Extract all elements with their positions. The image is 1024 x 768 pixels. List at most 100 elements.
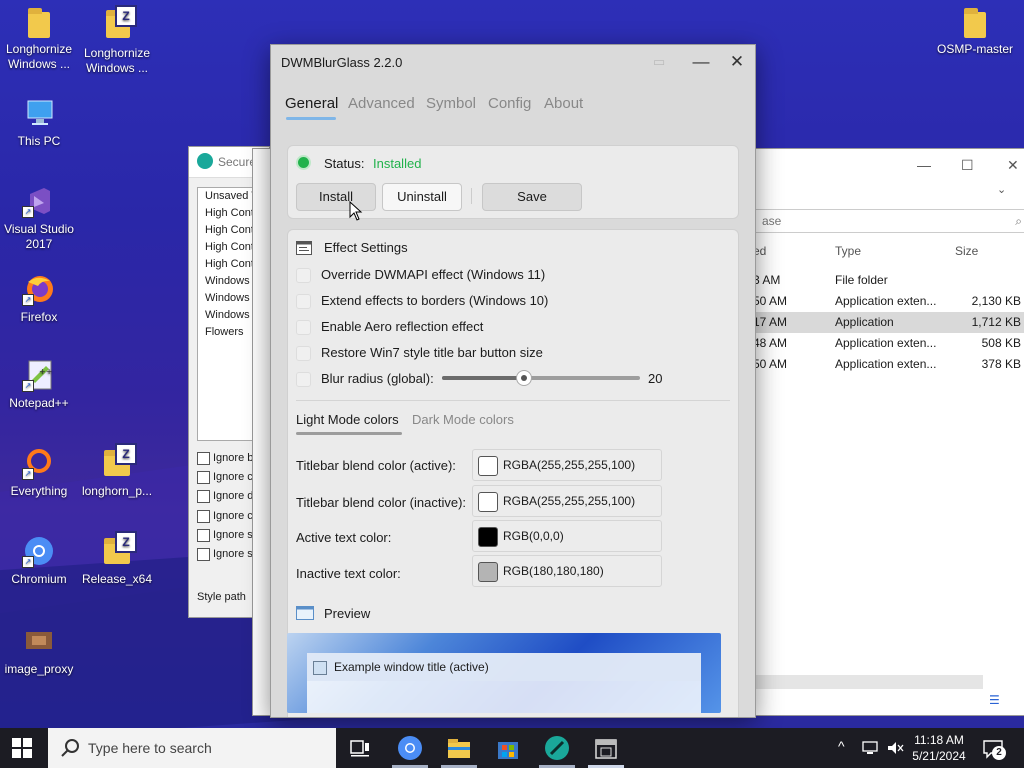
dwmblurglass-taskbar-icon[interactable]	[592, 734, 620, 762]
color-swatch	[478, 492, 498, 512]
tab-general[interactable]: General	[285, 95, 338, 112]
slider-handle[interactable]	[516, 370, 533, 386]
system-clock[interactable]: 11:18 AM 5/21/2024	[912, 732, 966, 764]
option-label: Enable Aero reflection effect	[321, 319, 484, 334]
volume-muted-icon[interactable]	[886, 740, 904, 756]
tab-light-mode-colors[interactable]: Light Mode colors	[296, 412, 399, 427]
active-subtab-indicator	[296, 432, 402, 435]
desktop-icon-longhorn-zip[interactable]: Z longhorn_p...	[78, 443, 156, 499]
desktop-icon-this-pc[interactable]: This PC	[0, 96, 78, 149]
desktop-icon-label: Chromium	[11, 572, 67, 586]
restore-button[interactable]: ▭	[641, 49, 677, 75]
chromium-icon: ↗	[22, 534, 56, 568]
windows-start-icon[interactable]	[12, 738, 32, 758]
active-text-color-picker[interactable]: RGB(0,0,0)	[472, 520, 662, 552]
dwmblurglass-window[interactable]: DWMBlurGlass 2.2.0 ▭ — ✕ General Advance…	[270, 44, 756, 718]
override-dwmapi-checkbox[interactable]	[296, 268, 311, 283]
search-icon	[61, 739, 79, 757]
taskbar-search-box[interactable]: Type here to search	[48, 728, 336, 768]
firefox-icon: ↗	[22, 272, 56, 306]
close-button[interactable]: ✕	[1007, 157, 1019, 174]
search-input[interactable]: ase ⌕	[753, 209, 1024, 233]
preview-icon	[296, 606, 314, 620]
option-label: Override DWMAPI effect (Windows 11)	[321, 267, 546, 282]
color-swatch	[478, 527, 498, 547]
microsoft-store-icon[interactable]	[494, 734, 522, 762]
notification-count-badge: 2	[992, 746, 1006, 760]
column-type[interactable]: Type	[835, 244, 861, 258]
folder-icon	[28, 8, 50, 38]
maximize-button[interactable]: ☐	[961, 157, 974, 174]
uninstall-button[interactable]: Uninstall	[382, 183, 462, 211]
table-row[interactable]: 50 AM Application exten... 2,130 KB	[753, 291, 1024, 312]
app-icon	[197, 153, 213, 169]
extend-borders-checkbox[interactable]	[296, 294, 311, 309]
table-row[interactable]: 17 AM Application 1,712 KB	[753, 312, 1024, 333]
blur-radius-label: Blur radius (global):	[321, 371, 434, 386]
desktop-icon-release-zip[interactable]: Z Release_x64	[78, 531, 156, 587]
settings-window-icon	[296, 241, 312, 255]
preview-area: Example window title (active)	[287, 633, 721, 713]
window-icon	[313, 661, 327, 675]
search-icon: ⌕	[1015, 214, 1022, 228]
table-row[interactable]: 3 AM File folder	[753, 270, 1024, 291]
blur-radius-checkbox[interactable]	[296, 372, 311, 387]
task-view-icon[interactable]	[346, 734, 374, 762]
win7-button-size-checkbox[interactable]	[296, 346, 311, 361]
table-row[interactable]: 50 AM Application exten... 378 KB	[753, 354, 1024, 375]
horizontal-scrollbar[interactable]	[753, 675, 983, 689]
desktop-icon-longhornize-zip[interactable]: Z Longhornize Windows ...	[78, 5, 156, 76]
clock-date: 5/21/2024	[912, 749, 966, 763]
preview-window-title: Example window title (active)	[334, 660, 489, 674]
desktop-icon-notepad-plus-plus[interactable]: ++ ↗ Notepad++	[0, 358, 78, 411]
folder-icon	[964, 8, 986, 38]
zip-folder-icon: Z	[100, 531, 137, 568]
window-title: Secure	[218, 155, 257, 169]
chromium-taskbar-icon[interactable]	[396, 734, 424, 762]
desktop-icon-label: Longhornize Windows ...	[83, 46, 151, 75]
status-value: Installed	[373, 156, 422, 171]
titlebar-inactive-color-picker[interactable]: RGBA(255,255,255,100)	[472, 485, 662, 517]
minimize-button[interactable]: —	[917, 157, 931, 173]
section-title: Effect Settings	[324, 240, 408, 255]
blur-radius-slider[interactable]	[442, 370, 640, 386]
details-view-icon[interactable]: ☰	[989, 693, 1000, 707]
column-size[interactable]: Size	[955, 244, 978, 258]
desktop-icon-chromium[interactable]: ↗ Chromium	[0, 534, 78, 587]
desktop-icon-longhornize-folder[interactable]: Longhornize Windows ...	[0, 8, 78, 72]
desktop-icon-osmp-master[interactable]: OSMP-master	[936, 8, 1014, 57]
install-button[interactable]: Install	[296, 183, 376, 211]
desktop-icon-visual-studio[interactable]: ↗ Visual Studio 2017	[0, 184, 78, 252]
option-label: Restore Win7 style title bar button size	[321, 345, 543, 360]
desktop-icon-label: Everything	[10, 484, 68, 498]
tab-about[interactable]: About	[544, 95, 583, 112]
desktop-icon-firefox[interactable]: ↗ Firefox	[0, 272, 78, 325]
desktop-icon-label: Release_x64	[81, 572, 153, 586]
desktop-icon-label: Visual Studio 2017	[4, 222, 74, 251]
network-icon[interactable]	[862, 740, 880, 756]
active-tab-indicator	[286, 117, 336, 120]
minimize-button[interactable]: —	[683, 49, 719, 75]
option-label: Extend effects to borders (Windows 10)	[321, 293, 549, 308]
table-row[interactable]: 48 AM Application exten... 508 KB	[753, 333, 1024, 354]
aero-reflection-checkbox[interactable]	[296, 320, 311, 335]
desktop-icon-label: Longhornize Windows ...	[5, 42, 73, 71]
file-explorer-icon[interactable]	[445, 734, 473, 762]
tab-config[interactable]: Config	[488, 95, 531, 112]
save-button[interactable]: Save	[482, 183, 582, 211]
close-button[interactable]: ✕	[719, 49, 755, 75]
inactive-text-color-picker[interactable]: RGB(180,180,180)	[472, 555, 662, 587]
tab-advanced[interactable]: Advanced	[348, 95, 415, 112]
chevron-up-icon[interactable]: ^	[838, 738, 845, 754]
color-label: Titlebar blend color (active):	[296, 458, 456, 473]
secureux-taskbar-icon[interactable]	[543, 734, 571, 762]
titlebar-active-color-picker[interactable]: RGBA(255,255,255,100)	[472, 449, 662, 481]
tab-dark-mode-colors[interactable]: Dark Mode colors	[412, 412, 514, 427]
chevron-down-icon[interactable]: ⌄	[997, 183, 1006, 196]
preview-titlebar: Example window title (active)	[307, 653, 701, 681]
desktop-icon-image-proxy[interactable]: image_proxy	[0, 624, 78, 677]
zip-folder-icon: Z	[100, 5, 137, 42]
desktop-icon-everything[interactable]: ↗ Everything	[0, 446, 78, 499]
status-label: Status:	[324, 156, 365, 171]
tab-symbol[interactable]: Symbol	[426, 95, 476, 112]
